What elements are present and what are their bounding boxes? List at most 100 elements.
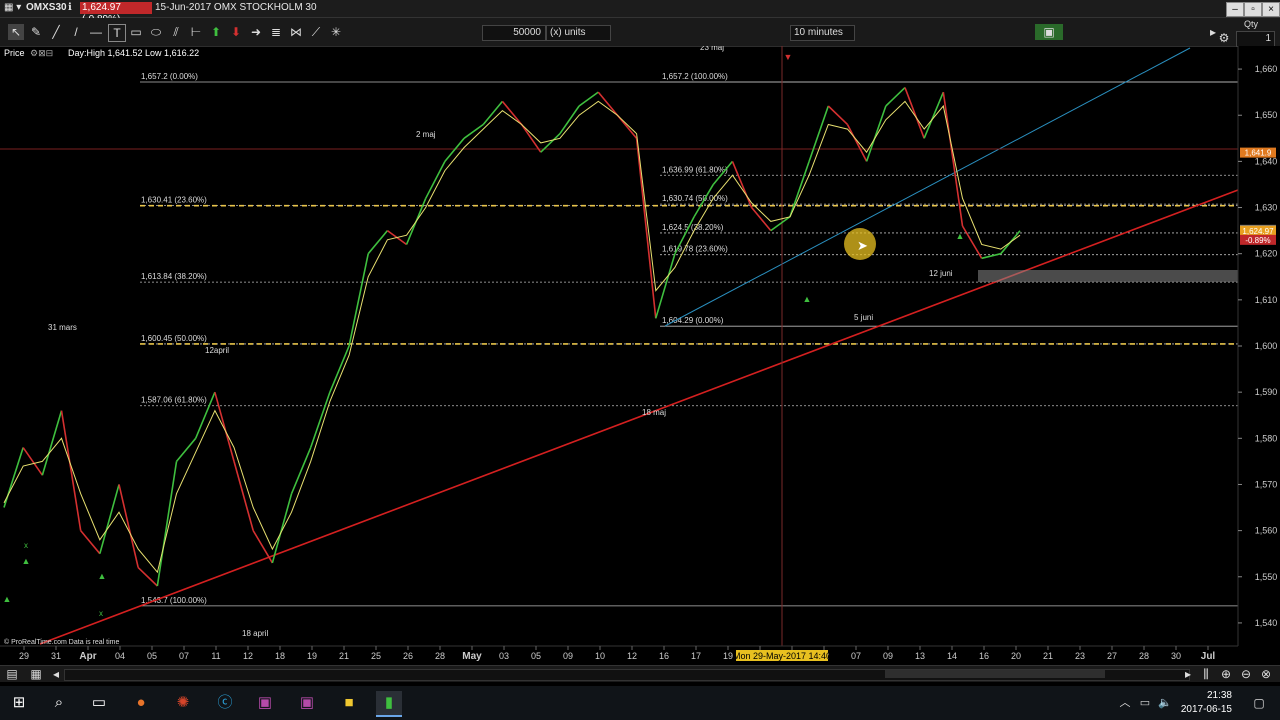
fib-level-label: 1,543.7 (100.00%) xyxy=(141,596,207,605)
task-view-icon[interactable]: ▭ xyxy=(86,691,112,715)
fib-level-label: 1,587.06 (61.80%) xyxy=(141,396,207,405)
zoom-reset-icon[interactable]: ⊗ xyxy=(1258,666,1274,682)
y-tick-label: 1,540 xyxy=(1255,618,1278,628)
price-segment xyxy=(789,161,810,218)
y-tick-label: 1,570 xyxy=(1255,479,1278,489)
horizontal-line-icon[interactable]: — xyxy=(88,24,104,40)
fib-level-label: 1,604.29 (0.00%) xyxy=(662,316,724,325)
app-icon[interactable]: ✺ xyxy=(170,691,196,715)
calendar-icon[interactable]: ▦ xyxy=(28,666,44,682)
magnet-tool-icon[interactable]: ✳ xyxy=(328,24,344,40)
units-input[interactable]: 50000 xyxy=(482,25,546,41)
rectangle-tool-icon[interactable]: ▭ xyxy=(128,24,144,40)
chart-annotation: 18 maj xyxy=(642,408,666,417)
menu-icon[interactable]: ▦ ▾ xyxy=(4,2,21,13)
symbol-name[interactable]: OMXS30 xyxy=(26,2,67,13)
price-segment xyxy=(444,137,465,162)
clock-date: 2017-06-15 xyxy=(1180,704,1232,715)
info-icon[interactable]: ℹ xyxy=(68,2,72,13)
price-segment xyxy=(367,230,389,255)
pencil-tool-icon[interactable]: ✎ xyxy=(28,24,44,40)
arrow-right-icon[interactable]: ➜ xyxy=(248,24,264,40)
notifications-icon[interactable]: ▢ xyxy=(1246,691,1272,715)
fib-fan-icon[interactable]: ⋈ xyxy=(288,24,304,40)
x-tick-label: 16 xyxy=(659,651,669,661)
day-stats: Day:High 1,641.52 Low 1,616.22 xyxy=(68,48,200,58)
pen-tool-icon[interactable]: ╱ xyxy=(48,24,64,40)
units-select[interactable]: (x) units xyxy=(546,25,611,41)
chart-canvas[interactable]: 1,657.2 (0.00%) 1,630.41 (23.60%) 1,613.84… xyxy=(0,43,1280,663)
chart-info-bar: Price ⚙⊠⊟ Day:High 1,641.52 Low 1,616.22 xyxy=(0,47,500,61)
buy-signal-icon: ▲ xyxy=(956,231,965,241)
volume-icon[interactable]: 🔈 xyxy=(1152,691,1178,715)
chart-annotation: 12 juni xyxy=(929,269,953,278)
x-tick-label: 19 xyxy=(723,651,733,661)
x-tick-label: 14 xyxy=(947,651,957,661)
windows-start-icon[interactable]: ⊞ xyxy=(6,691,32,715)
channel-tool-icon[interactable]: ⫽ xyxy=(168,24,184,40)
fib-level-label: 1,636.99 (61.80%) xyxy=(662,165,728,174)
fib-level-label: 1,657.2 (0.00%) xyxy=(141,72,198,81)
browser-icon[interactable]: ⓒ xyxy=(212,691,238,715)
y-tick-label: 1,590 xyxy=(1255,387,1278,397)
zoom-out-icon[interactable]: ⊖ xyxy=(1238,666,1254,682)
qty-label: Qty xyxy=(1244,19,1259,29)
scroll-thumb[interactable] xyxy=(885,670,1105,678)
x-tick-label: 09 xyxy=(883,651,893,661)
interval-select[interactable]: 10 minutes xyxy=(790,25,855,41)
fibonacci-tool-icon[interactable]: ≣ xyxy=(268,24,284,40)
settings-icon[interactable]: ⚙⊠⊟ xyxy=(30,48,53,59)
firefox-icon[interactable]: ● xyxy=(128,691,154,715)
zoom-in-icon[interactable]: ⊕ xyxy=(1218,666,1234,682)
price-segment xyxy=(923,91,945,139)
buy-signal-icon: ▲ xyxy=(98,571,107,581)
fib-level-label: 1,600.45 (50.00%) xyxy=(141,334,207,343)
buy-arrow-icon[interactable]: ⬆ xyxy=(208,24,224,40)
text-tool-icon[interactable]: T xyxy=(108,24,126,42)
buy-signal-icon: ▲ xyxy=(3,594,12,604)
x-tick-label: 23 xyxy=(1075,651,1085,661)
x-tick-label: 04 xyxy=(115,651,125,661)
cursor-date-label: Mon 29-May-2017 14:40 xyxy=(733,651,831,661)
minimize-icon[interactable]: – xyxy=(1226,2,1244,17)
ruler-tool-icon[interactable]: ⊢ xyxy=(188,24,204,40)
exit-marker-icon: x xyxy=(24,541,28,550)
chart-options-icon[interactable]: ⫼ xyxy=(1198,666,1214,682)
scroll-right-icon[interactable]: ▸ xyxy=(1180,666,1196,682)
trading-panel-icon[interactable]: ▣ xyxy=(1035,24,1063,40)
restore-icon[interactable]: ▫ xyxy=(1244,2,1262,17)
search-icon[interactable]: ⌕ xyxy=(46,691,72,715)
chart-annotation: 5 juni xyxy=(854,313,873,322)
price-segment xyxy=(99,484,120,554)
buy-signal-icon: ▲ xyxy=(803,294,812,304)
price-segment xyxy=(156,461,178,587)
x-tick-label: 29 xyxy=(19,651,29,661)
y-tick-label: 1,660 xyxy=(1255,64,1278,74)
recorder-app-icon[interactable]: ▣ xyxy=(294,691,320,715)
price-badge: 1,624.97 (-0.89%) xyxy=(80,2,152,25)
ellipse-tool-icon[interactable]: ⬭ xyxy=(148,24,164,40)
x-tick-label: 12 xyxy=(243,651,253,661)
fit-icon[interactable]: ▤ xyxy=(4,666,20,682)
cursor-tool-icon[interactable]: ↖ xyxy=(8,24,24,40)
notes-app-icon[interactable]: ■ xyxy=(336,691,362,715)
scroll-left-icon[interactable]: ◂ xyxy=(48,666,64,682)
price-chart[interactable]: 1,657.2 (0.00%) 1,630.41 (23.60%) 1,613.84… xyxy=(0,43,1280,663)
settings-icon[interactable]: ⚙ xyxy=(1216,30,1232,46)
taskbar-clock[interactable]: 21:38 2017-06-15 xyxy=(1181,689,1232,717)
y-axis-panel xyxy=(1238,46,1280,663)
prorealtime-app-icon[interactable]: ▮ xyxy=(376,691,402,717)
x-tick-label: 16 xyxy=(979,651,989,661)
x-tick-label: 12 xyxy=(627,651,637,661)
sell-arrow-icon[interactable]: ⬇ xyxy=(228,24,244,40)
fib-level-label: 1,613.84 (38.20%) xyxy=(141,272,207,281)
gann-tool-icon[interactable]: ⟋ xyxy=(308,24,324,40)
price-segment xyxy=(329,345,350,393)
horizontal-scrollbar[interactable]: ▤ ▦ ◂ ▸ ⫼ ⊕ ⊖ ⊗ xyxy=(0,665,1280,682)
qty-input[interactable]: 1 xyxy=(1236,31,1275,47)
fib-level-label: 1,657.2 (100.00%) xyxy=(662,72,728,81)
media-app-icon[interactable]: ▣ xyxy=(252,691,278,715)
close-icon[interactable]: × xyxy=(1262,2,1280,17)
x-tick-label: 05 xyxy=(531,651,541,661)
line-tool-icon[interactable]: / xyxy=(68,24,84,40)
